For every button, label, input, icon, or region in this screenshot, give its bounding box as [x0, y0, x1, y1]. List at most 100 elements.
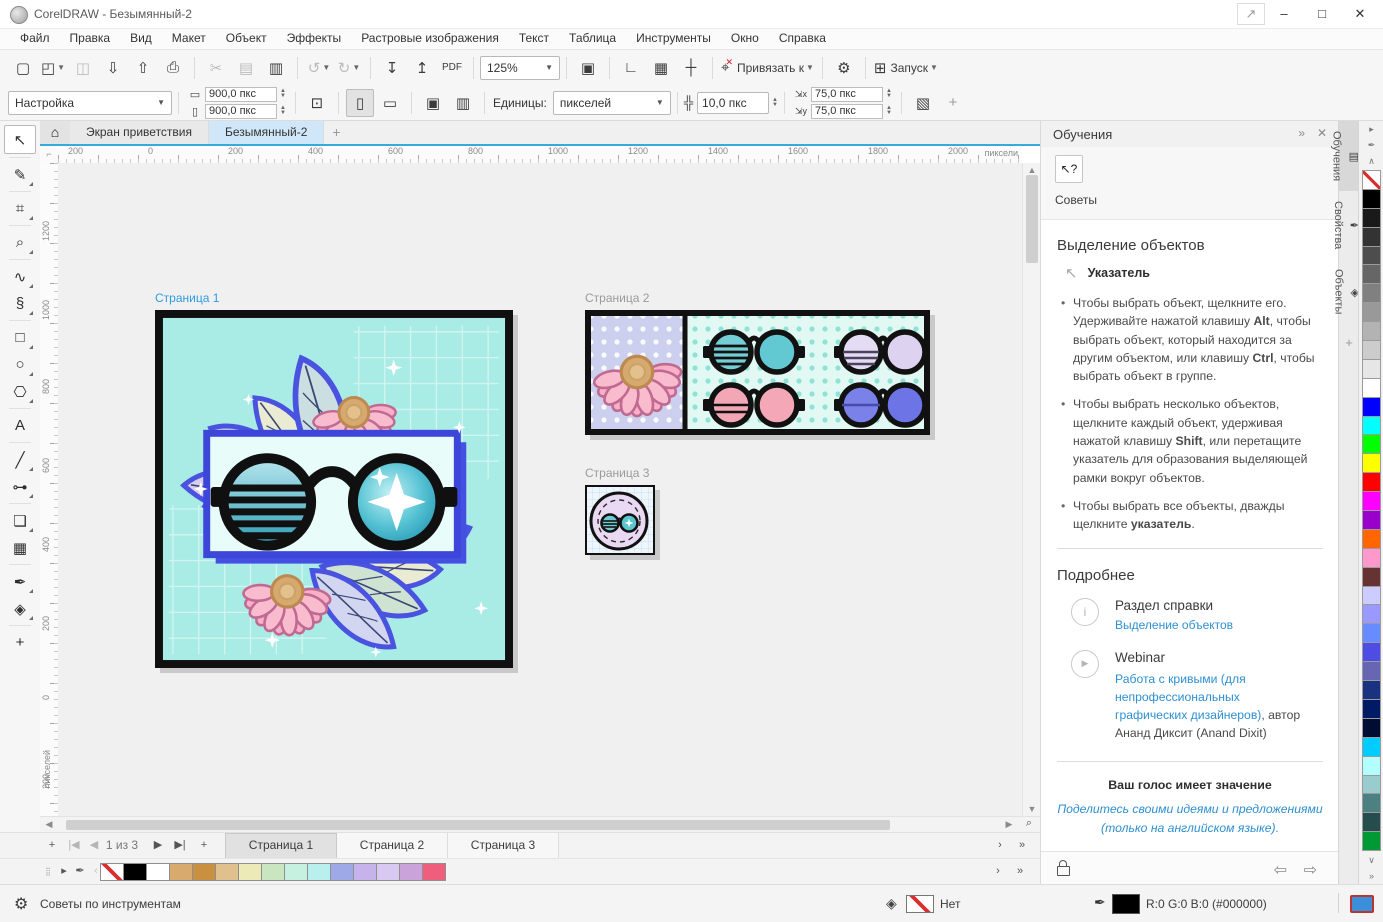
color-eyedropper-tool[interactable]: ✒: [5, 568, 35, 595]
zoom-tool[interactable]: ⌕: [5, 229, 35, 256]
feedback-link[interactable]: Поделитесь своими идеями и предложениями…: [1057, 800, 1323, 839]
doc-color-swatch-#ecebb8[interactable]: [238, 863, 261, 881]
color-swatch-none[interactable]: [1362, 170, 1381, 189]
scroll-left-icon[interactable]: ◀: [42, 819, 56, 830]
color-swatch-#999999[interactable]: [1362, 302, 1381, 321]
ellipse-tool[interactable]: ○: [5, 351, 35, 378]
new-document-tab-button[interactable]: +: [324, 121, 348, 144]
page-2-artwork[interactable]: [585, 310, 930, 435]
color-swatch-#00ffff[interactable]: [1362, 416, 1381, 435]
doc-color-swatch-#ffffff[interactable]: [146, 863, 169, 881]
current-page-button[interactable]: ▥: [449, 89, 477, 117]
crop-tool[interactable]: ⌗: [5, 195, 35, 222]
color-swatch-#0000ff[interactable]: [1362, 397, 1381, 416]
first-page-button[interactable]: |◀: [64, 833, 84, 858]
duplicate-x-spinner[interactable]: ▲▼: [886, 89, 892, 99]
doc-color-swatch-none[interactable]: [100, 863, 123, 881]
redo-button[interactable]: ↻▼: [335, 54, 363, 82]
color-proof-monitor-icon[interactable]: [1350, 895, 1374, 913]
color-swatch-#cccccc[interactable]: [1362, 340, 1381, 359]
docker-tab-свойства[interactable]: ✒Свойства: [1339, 191, 1359, 259]
next-page-button[interactable]: ▶: [148, 833, 168, 858]
doc-color-swatch-#d8c9f2[interactable]: [376, 863, 399, 881]
color-swatch-#4d4de6[interactable]: [1362, 642, 1381, 661]
color-swatch-#663333[interactable]: [1362, 567, 1381, 586]
maximize-button[interactable]: □: [1303, 0, 1341, 28]
menu-item-5[interactable]: Эффекты: [277, 29, 352, 47]
copy-button[interactable]: ▤: [232, 54, 260, 82]
color-swatch-#ff6600[interactable]: [1362, 529, 1381, 548]
color-swatch-#b3ffff[interactable]: [1362, 756, 1381, 775]
save-to-cloud-button[interactable]: ⇧: [129, 54, 157, 82]
palette-expand-icon[interactable]: »: [1359, 868, 1383, 884]
color-swatch-#ffff00[interactable]: [1362, 453, 1381, 472]
page-tab-1[interactable]: Страница 1: [225, 833, 337, 859]
show-rulers-button[interactable]: ∟: [617, 54, 645, 82]
menu-item-2[interactable]: Вид: [120, 29, 162, 47]
color-swatch-#00ccff[interactable]: [1362, 737, 1381, 756]
nudge-field[interactable]: 10,0 пкс: [697, 92, 769, 114]
lock-icon[interactable]: [1057, 866, 1070, 876]
back-arrow-icon[interactable]: ⇦: [1274, 860, 1287, 880]
export-button[interactable]: ↥: [408, 54, 436, 82]
webinar-description[interactable]: Работа с кривыми (для непрофессиональных…: [1115, 670, 1305, 743]
scroll-right-icon[interactable]: ▶: [1002, 819, 1016, 830]
document-palette-flyout-icon[interactable]: ▸: [56, 859, 72, 884]
fill-none-swatch[interactable]: [906, 895, 934, 913]
open-document-button[interactable]: ◰▼: [39, 54, 67, 82]
menu-item-11[interactable]: Справка: [769, 29, 836, 47]
doc-color-swatch-#d9aa6e[interactable]: [169, 863, 192, 881]
doc-color-swatch-#e0c08c[interactable]: [215, 863, 238, 881]
outline-color-swatch[interactable]: [1112, 894, 1140, 914]
docker-tab-обучения[interactable]: ▤Обучения: [1339, 121, 1359, 191]
color-swatch-#9999ff[interactable]: [1362, 604, 1381, 623]
color-swatch-#ffffff[interactable]: [1362, 378, 1381, 397]
duplicate-y-spinner[interactable]: ▲▼: [886, 106, 892, 116]
add-page-start-button[interactable]: +: [42, 833, 62, 858]
options-button[interactable]: ⚙: [830, 54, 858, 82]
duplicate-x-field[interactable]: 75,0 пкс: [811, 87, 883, 102]
zoom-level-combo[interactable]: 125% ▼: [480, 56, 560, 80]
color-swatch-#4d8080[interactable]: [1362, 793, 1381, 812]
page-3-artwork[interactable]: [585, 485, 655, 555]
color-swatch-#e6e6e6[interactable]: [1362, 359, 1381, 378]
color-swatch-#4d4d4d[interactable]: [1362, 246, 1381, 265]
color-swatch-#000d33[interactable]: [1362, 718, 1381, 737]
page-1-artwork[interactable]: [155, 310, 513, 668]
doc-color-swatch-#9ea9e8[interactable]: [330, 863, 353, 881]
status-gear-icon[interactable]: ⚙: [14, 894, 28, 914]
transparency-tool[interactable]: ▦: [5, 534, 35, 561]
document-tab-1[interactable]: Безымянный-2: [209, 121, 324, 144]
document-palette-grip[interactable]: ⣿: [40, 859, 56, 884]
paste-button[interactable]: ▥: [262, 54, 290, 82]
last-page-button[interactable]: ▶|: [170, 833, 190, 858]
doc-color-swatch-#c6f0e0[interactable]: [284, 863, 307, 881]
new-document-button[interactable]: ▢: [9, 54, 37, 82]
artistic-media-tool[interactable]: §: [5, 290, 35, 317]
color-swatch-#00ff00[interactable]: [1362, 434, 1381, 453]
help-topic-link[interactable]: Выделение объектов: [1115, 618, 1233, 632]
color-swatch-#333333[interactable]: [1362, 227, 1381, 246]
color-swatch-#1a3380[interactable]: [1362, 680, 1381, 699]
treat-as-filled-button[interactable]: ▧: [909, 89, 937, 117]
color-swatch-#6666b3[interactable]: [1362, 661, 1381, 680]
page-width-field[interactable]: 900,0 пкс: [205, 87, 277, 102]
full-screen-preview-button[interactable]: ▣: [574, 54, 602, 82]
portrait-button[interactable]: ▯: [346, 89, 374, 117]
page-height-spinner[interactable]: ▲▼: [280, 106, 286, 116]
publish-to-pdf-button[interactable]: PDF: [438, 54, 466, 82]
menu-item-4[interactable]: Объект: [216, 29, 277, 47]
menu-item-0[interactable]: Файл: [10, 29, 60, 47]
vertical-ruler[interactable]: пикселей 120010008006004002000200: [40, 163, 59, 816]
page-tabs-scroll-right-icon[interactable]: ›: [990, 833, 1010, 858]
units-combo[interactable]: пикселей ▼: [553, 91, 671, 115]
color-swatch-#ccccff[interactable]: [1362, 586, 1381, 605]
horizontal-scrollbar[interactable]: ◀ ▶ ⌕: [40, 816, 1040, 833]
dimension-tool[interactable]: ╱: [5, 446, 35, 473]
doc-color-swatch-#c9a3d9[interactable]: [399, 863, 422, 881]
all-pages-button[interactable]: ▣: [419, 89, 447, 117]
menu-item-9[interactable]: Инструменты: [626, 29, 721, 47]
drop-shadow-tool[interactable]: ❏: [5, 507, 35, 534]
menu-item-10[interactable]: Окно: [721, 29, 769, 47]
add-page-button[interactable]: +: [194, 833, 214, 858]
